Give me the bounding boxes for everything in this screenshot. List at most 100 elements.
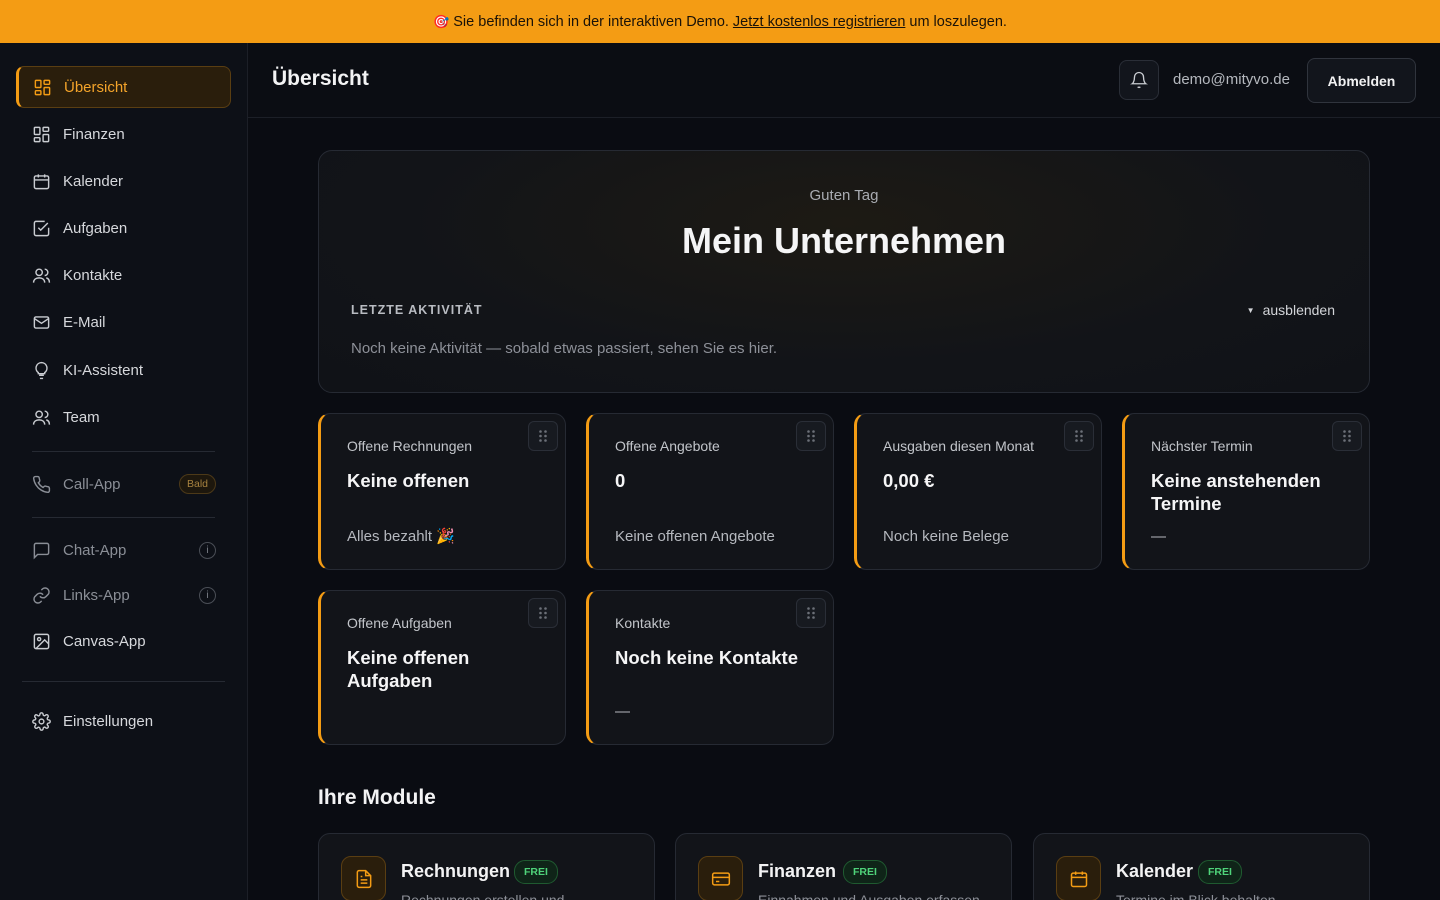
stat-sub: —	[1151, 528, 1166, 545]
module-description: Einnahmen und Ausgaben erfassen	[758, 892, 980, 900]
sidebar-item-finanzen[interactable]: Finanzen	[16, 113, 231, 155]
lightbulb-icon	[35, 361, 48, 379]
drag-handle-icon[interactable]	[796, 598, 826, 628]
sidebar-item-label: Kontakte	[63, 266, 123, 284]
calendar-icon	[1056, 856, 1101, 900]
stat-label: Nächster Termin	[1151, 438, 1253, 454]
mail-icon	[33, 315, 50, 329]
module-card-finanzen[interactable]: Finanzen FREI Einnahmen und Ausgaben erf…	[675, 833, 1012, 900]
calendar-icon	[33, 173, 50, 189]
sidebar-item-chat-app[interactable]: Chat-App i	[16, 529, 231, 571]
chat-icon	[33, 542, 50, 559]
stat-label: Kontakte	[615, 615, 671, 631]
demo-banner: 🎯 Sie befinden sich in der interaktiven …	[0, 0, 1440, 43]
stat-label: Ausgaben diesen Monat	[883, 438, 1034, 454]
sidebar-item-label: Aufgaben	[63, 219, 128, 237]
module-description: Rechnungen erstellen und	[401, 892, 565, 900]
sidebar-item-label: Übersicht	[64, 78, 128, 96]
module-name: Finanzen	[758, 861, 837, 881]
card-icon	[698, 856, 743, 900]
stat-card-naechster-termin[interactable]: Nächster Termin Keine anstehenden Termin…	[1122, 413, 1370, 570]
sidebar-item-label: Chat-App	[63, 541, 127, 559]
info-icon[interactable]: i	[199, 542, 216, 559]
sidebar-item-label: Links-App	[63, 586, 130, 604]
sidebar-item-label: E-Mail	[63, 313, 106, 331]
sidebar-item-label: Kalender	[63, 172, 124, 190]
register-link[interactable]: Jetzt kostenlos registrieren	[733, 14, 905, 30]
gear-icon	[32, 711, 51, 731]
activity-heading: LETZTE AKTIVITÄT	[351, 303, 483, 317]
sidebar-item-email[interactable]: E-Mail	[16, 301, 231, 343]
stat-value: Noch keine Kontakte	[615, 647, 798, 668]
sidebar-item-links-app[interactable]: Links-App i	[16, 574, 231, 616]
drag-handle-icon[interactable]	[528, 598, 558, 628]
stat-card-offene-angebote[interactable]: Offene Angebote 0 Keine offenen Angebote	[586, 413, 834, 570]
hide-activity-button[interactable]: ▼ ausblenden	[1247, 302, 1335, 318]
stat-label: Offene Aufgaben	[347, 615, 452, 631]
module-name: Kalender	[1116, 861, 1194, 881]
sidebar-item-label: KI-Assistent	[63, 361, 144, 379]
company-name: Mein Unternehmen	[681, 220, 1007, 261]
stat-card-offene-rechnungen[interactable]: Offene Rechnungen Keine offenen Alles be…	[318, 413, 566, 570]
banner-text: Sie befinden sich in der interaktiven De…	[453, 13, 729, 30]
document-icon	[341, 856, 386, 900]
stat-sub: Noch keine Belege	[883, 528, 1009, 545]
drag-handle-icon[interactable]	[1064, 421, 1094, 451]
drag-handle-icon[interactable]	[796, 421, 826, 451]
sidebar-item-aufgaben[interactable]: Aufgaben	[16, 207, 231, 249]
phone-icon	[32, 475, 51, 493]
checkbox-icon	[33, 220, 50, 236]
stat-card-ausgaben[interactable]: Ausgaben diesen Monat 0,00 € Noch keine …	[854, 413, 1102, 570]
sidebar-divider	[32, 517, 215, 518]
sidebar: Übersicht Finanzen Kalender Aufgaben Kon…	[0, 43, 248, 900]
module-card-rechnungen[interactable]: Rechnungen FREI Rechnungen erstellen und	[318, 833, 655, 900]
page-title: Übersicht	[272, 67, 369, 90]
sidebar-item-label: Finanzen	[63, 125, 125, 143]
sidebar-item-uebersicht[interactable]: Übersicht	[16, 66, 231, 108]
sidebar-item-canvas-app[interactable]: Canvas-App	[16, 620, 231, 662]
users-icon	[32, 409, 51, 425]
logout-button[interactable]: Abmelden	[1307, 58, 1416, 103]
module-name: Rechnungen	[401, 861, 511, 881]
free-badge: FREI	[843, 860, 887, 884]
stat-value: 0	[615, 470, 626, 491]
user-email: demo@mityvo.de	[1173, 71, 1290, 88]
module-description: Termine im Blick behalten	[1116, 892, 1276, 900]
sidebar-item-team[interactable]: Team	[16, 396, 231, 438]
sidebar-item-kalender[interactable]: Kalender	[16, 160, 231, 202]
free-badge: FREI	[514, 860, 558, 884]
sidebar-divider	[32, 451, 215, 452]
target-icon: 🎯	[433, 13, 450, 29]
free-badge: FREI	[1198, 860, 1242, 884]
sidebar-item-kontakte[interactable]: Kontakte	[16, 254, 231, 296]
grid-icon	[33, 126, 50, 142]
sidebar-item-label: Einstellungen	[63, 712, 154, 730]
drag-handle-icon[interactable]	[1332, 421, 1362, 451]
stat-card-kontakte[interactable]: Kontakte Noch keine Kontakte —	[586, 590, 834, 745]
activity-empty-text: Noch keine Aktivität — sobald etwas pass…	[351, 340, 778, 357]
bell-icon	[1130, 71, 1148, 89]
notifications-button[interactable]	[1119, 60, 1159, 100]
link-icon	[33, 586, 50, 604]
stat-sub: Keine offenen Angebote	[615, 528, 775, 545]
welcome-card: Guten Tag Mein Unternehmen LETZTE AKTIVI…	[318, 150, 1370, 393]
hide-activity-label: ausblenden	[1262, 302, 1335, 318]
stat-label: Offene Angebote	[615, 438, 720, 454]
sidebar-item-label: Call-App	[63, 475, 121, 493]
stat-value: Keine offenen Aufgaben	[347, 647, 470, 691]
sidebar-item-einstellungen[interactable]: Einstellungen	[16, 700, 231, 742]
drag-handle-icon[interactable]	[528, 421, 558, 451]
stat-value: Keine offenen	[347, 470, 470, 491]
stat-label: Offene Rechnungen	[347, 438, 473, 454]
coming-soon-badge: Bald	[178, 474, 216, 494]
info-icon[interactable]: i	[199, 587, 216, 604]
stat-value: Keine anstehenden Termine	[1151, 470, 1321, 514]
sidebar-item-call-app[interactable]: Call-App Bald	[16, 463, 231, 505]
module-card-kalender[interactable]: Kalender FREI Termine im Blick behalten	[1033, 833, 1370, 900]
sidebar-item-ki-assistent[interactable]: KI-Assistent	[16, 349, 231, 391]
greeting: Guten Tag	[809, 187, 879, 204]
users-icon	[32, 267, 51, 283]
sidebar-item-label: Team	[63, 408, 100, 426]
stat-card-offene-aufgaben[interactable]: Offene Aufgaben Keine offenen Aufgaben	[318, 590, 566, 745]
grid-icon	[34, 79, 51, 95]
